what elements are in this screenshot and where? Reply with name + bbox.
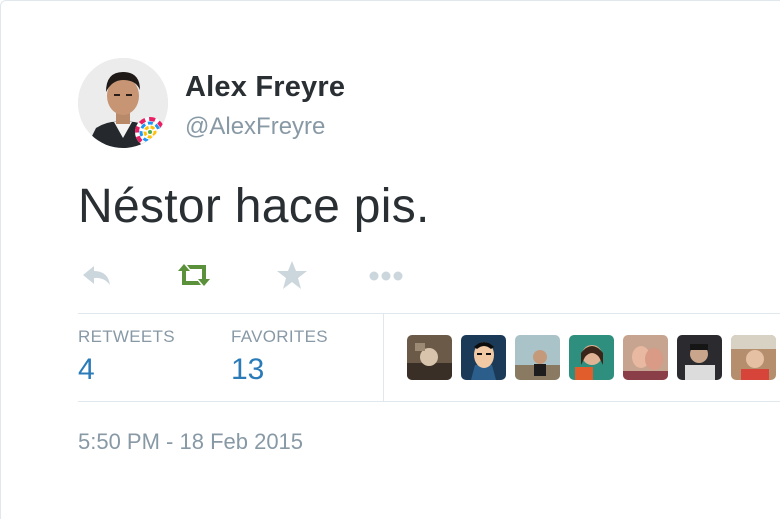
- retweet-button[interactable]: [174, 257, 214, 293]
- favoriter-avatar[interactable]: [623, 335, 668, 380]
- user-display-name[interactable]: Alex Freyre: [185, 71, 345, 104]
- favoriter-avatar[interactable]: [569, 335, 614, 380]
- tweet-text: Néstor hace pis.: [78, 180, 430, 233]
- tweet-timestamp[interactable]: 5:50 PM - 18 Feb 2015: [78, 429, 303, 455]
- favoriter-avatar[interactable]: [461, 335, 506, 380]
- favoriter-avatar[interactable]: [731, 335, 776, 380]
- user-avatar[interactable]: [78, 58, 168, 148]
- reply-button[interactable]: [78, 257, 118, 293]
- retweet-icon: [174, 257, 214, 293]
- divider-bottom: [78, 401, 780, 402]
- reply-icon: [78, 257, 118, 293]
- more-icon: [368, 257, 408, 293]
- tweet-card: Alex Freyre @AlexFreyre Néstor hace pis.: [0, 0, 780, 519]
- favorites-count: 13: [231, 353, 265, 386]
- favorite-button[interactable]: [274, 257, 314, 293]
- favoriter-avatar[interactable]: [677, 335, 722, 380]
- retweets-label: RETWEETS: [78, 327, 175, 346]
- favoriter-avatar[interactable]: [407, 335, 452, 380]
- more-button[interactable]: [368, 257, 408, 293]
- favorite-icon: [274, 257, 314, 293]
- divider-top: [78, 313, 780, 314]
- favoriter-avatar[interactable]: [515, 335, 560, 380]
- user-handle[interactable]: @AlexFreyre: [185, 113, 325, 141]
- favorites-label: FAVORITES: [231, 327, 328, 346]
- retweets-count: 4: [78, 353, 95, 386]
- divider-stats: [383, 313, 384, 401]
